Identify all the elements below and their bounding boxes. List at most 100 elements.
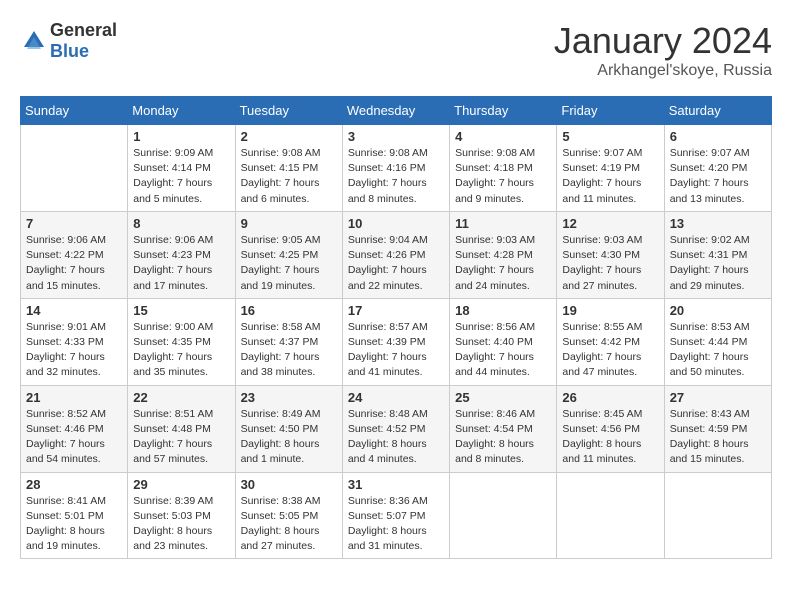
day-info: Sunrise: 8:56 AM Sunset: 4:40 PM Dayligh… [455, 320, 551, 381]
calendar-cell: 24 Sunrise: 8:48 AM Sunset: 4:52 PM Dayli… [342, 385, 449, 472]
calendar-cell: 20 Sunrise: 8:53 AM Sunset: 4:44 PM Dayli… [664, 298, 771, 385]
calendar-cell: 27 Sunrise: 8:43 AM Sunset: 4:59 PM Dayli… [664, 385, 771, 472]
day-number: 9 [241, 216, 337, 231]
day-number: 26 [562, 390, 658, 405]
day-number: 2 [241, 129, 337, 144]
calendar-cell: 26 Sunrise: 8:45 AM Sunset: 4:56 PM Dayli… [557, 385, 664, 472]
day-info: Sunrise: 9:07 AM Sunset: 4:19 PM Dayligh… [562, 146, 658, 207]
logo: General Blue [20, 20, 117, 62]
weekday-header: Wednesday [342, 97, 449, 125]
day-number: 30 [241, 477, 337, 492]
calendar-cell: 12 Sunrise: 9:03 AM Sunset: 4:30 PM Dayli… [557, 211, 664, 298]
calendar-cell: 25 Sunrise: 8:46 AM Sunset: 4:54 PM Dayli… [450, 385, 557, 472]
day-info: Sunrise: 8:38 AM Sunset: 5:05 PM Dayligh… [241, 494, 337, 555]
calendar-week-row: 7Sunrise: 9:06 AM Sunset: 4:22 PM Daylig… [21, 211, 772, 298]
calendar-cell: 17Sunrise: 8:57 AM Sunset: 4:39 PM Dayli… [342, 298, 449, 385]
day-number: 23 [241, 390, 337, 405]
calendar-cell: 22 Sunrise: 8:51 AM Sunset: 4:48 PM Dayli… [128, 385, 235, 472]
day-number: 10 [348, 216, 444, 231]
day-info: Sunrise: 9:03 AM Sunset: 4:30 PM Dayligh… [562, 233, 658, 294]
day-number: 3 [348, 129, 444, 144]
calendar-cell: 13 Sunrise: 9:02 AM Sunset: 4:31 PM Dayli… [664, 211, 771, 298]
calendar-cell: 7Sunrise: 9:06 AM Sunset: 4:22 PM Daylig… [21, 211, 128, 298]
day-info: Sunrise: 8:46 AM Sunset: 4:54 PM Dayligh… [455, 407, 551, 468]
calendar-cell [664, 472, 771, 559]
logo-text: General Blue [50, 20, 117, 62]
calendar-cell: 1Sunrise: 9:09 AM Sunset: 4:14 PM Daylig… [128, 125, 235, 212]
calendar-week-row: 21Sunrise: 8:52 AM Sunset: 4:46 PM Dayli… [21, 385, 772, 472]
day-number: 18 [455, 303, 551, 318]
day-info: Sunrise: 8:53 AM Sunset: 4:44 PM Dayligh… [670, 320, 766, 381]
calendar-cell: 14 Sunrise: 9:01 AM Sunset: 4:33 PM Dayli… [21, 298, 128, 385]
weekday-header-row: SundayMondayTuesdayWednesdayThursdayFrid… [21, 97, 772, 125]
calendar-cell: 19Sunrise: 8:55 AM Sunset: 4:42 PM Dayli… [557, 298, 664, 385]
weekday-header: Thursday [450, 97, 557, 125]
day-info: Sunrise: 9:06 AM Sunset: 4:23 PM Dayligh… [133, 233, 229, 294]
day-info: Sunrise: 9:06 AM Sunset: 4:22 PM Dayligh… [26, 233, 122, 294]
day-number: 19 [562, 303, 658, 318]
day-info: Sunrise: 9:08 AM Sunset: 4:18 PM Dayligh… [455, 146, 551, 207]
calendar-cell: 8 Sunrise: 9:06 AM Sunset: 4:23 PM Daylig… [128, 211, 235, 298]
title-block: January 2024 Arkhangel'skoye, Russia [554, 20, 772, 80]
day-number: 4 [455, 129, 551, 144]
calendar-cell: 9 Sunrise: 9:05 AM Sunset: 4:25 PM Daylig… [235, 211, 342, 298]
calendar-cell: 10Sunrise: 9:04 AM Sunset: 4:26 PM Dayli… [342, 211, 449, 298]
calendar-cell: 28Sunrise: 8:41 AM Sunset: 5:01 PM Dayli… [21, 472, 128, 559]
day-number: 16 [241, 303, 337, 318]
calendar-cell: 5 Sunrise: 9:07 AM Sunset: 4:19 PM Daylig… [557, 125, 664, 212]
calendar-week-row: 1Sunrise: 9:09 AM Sunset: 4:14 PM Daylig… [21, 125, 772, 212]
calendar-cell: 15Sunrise: 9:00 AM Sunset: 4:35 PM Dayli… [128, 298, 235, 385]
calendar-cell: 30 Sunrise: 8:38 AM Sunset: 5:05 PM Dayli… [235, 472, 342, 559]
day-number: 22 [133, 390, 229, 405]
day-number: 11 [455, 216, 551, 231]
day-info: Sunrise: 8:39 AM Sunset: 5:03 PM Dayligh… [133, 494, 229, 555]
day-info: Sunrise: 9:08 AM Sunset: 4:15 PM Dayligh… [241, 146, 337, 207]
day-number: 28 [26, 477, 122, 492]
day-info: Sunrise: 8:48 AM Sunset: 4:52 PM Dayligh… [348, 407, 444, 468]
calendar-cell: 18 Sunrise: 8:56 AM Sunset: 4:40 PM Dayli… [450, 298, 557, 385]
day-info: Sunrise: 8:58 AM Sunset: 4:37 PM Dayligh… [241, 320, 337, 381]
day-info: Sunrise: 9:05 AM Sunset: 4:25 PM Dayligh… [241, 233, 337, 294]
weekday-header: Saturday [664, 97, 771, 125]
calendar-cell: 3 Sunrise: 9:08 AM Sunset: 4:16 PM Daylig… [342, 125, 449, 212]
month-title: January 2024 [554, 20, 772, 62]
day-info: Sunrise: 8:52 AM Sunset: 4:46 PM Dayligh… [26, 407, 122, 468]
location-title: Arkhangel'skoye, Russia [554, 62, 772, 80]
day-info: Sunrise: 8:43 AM Sunset: 4:59 PM Dayligh… [670, 407, 766, 468]
logo-blue: Blue [50, 41, 89, 61]
calendar-cell: 21Sunrise: 8:52 AM Sunset: 4:46 PM Dayli… [21, 385, 128, 472]
day-info: Sunrise: 9:02 AM Sunset: 4:31 PM Dayligh… [670, 233, 766, 294]
weekday-header: Friday [557, 97, 664, 125]
day-number: 20 [670, 303, 766, 318]
day-number: 13 [670, 216, 766, 231]
day-number: 27 [670, 390, 766, 405]
day-number: 17 [348, 303, 444, 318]
calendar-cell: 4 Sunrise: 9:08 AM Sunset: 4:18 PM Daylig… [450, 125, 557, 212]
calendar-table: SundayMondayTuesdayWednesdayThursdayFrid… [20, 96, 772, 559]
calendar-cell [21, 125, 128, 212]
weekday-header: Tuesday [235, 97, 342, 125]
calendar-week-row: 14 Sunrise: 9:01 AM Sunset: 4:33 PM Dayli… [21, 298, 772, 385]
day-number: 14 [26, 303, 122, 318]
day-number: 8 [133, 216, 229, 231]
day-info: Sunrise: 9:08 AM Sunset: 4:16 PM Dayligh… [348, 146, 444, 207]
day-info: Sunrise: 9:07 AM Sunset: 4:20 PM Dayligh… [670, 146, 766, 207]
day-number: 29 [133, 477, 229, 492]
day-number: 5 [562, 129, 658, 144]
day-info: Sunrise: 8:45 AM Sunset: 4:56 PM Dayligh… [562, 407, 658, 468]
calendar-cell: 2 Sunrise: 9:08 AM Sunset: 4:15 PM Daylig… [235, 125, 342, 212]
day-number: 12 [562, 216, 658, 231]
page-header: General Blue January 2024 Arkhangel'skoy… [20, 20, 772, 80]
day-info: Sunrise: 8:51 AM Sunset: 4:48 PM Dayligh… [133, 407, 229, 468]
day-info: Sunrise: 9:01 AM Sunset: 4:33 PM Dayligh… [26, 320, 122, 381]
day-info: Sunrise: 9:03 AM Sunset: 4:28 PM Dayligh… [455, 233, 551, 294]
day-number: 1 [133, 129, 229, 144]
day-number: 31 [348, 477, 444, 492]
calendar-cell: 31Sunrise: 8:36 AM Sunset: 5:07 PM Dayli… [342, 472, 449, 559]
logo-icon [20, 27, 48, 55]
day-number: 24 [348, 390, 444, 405]
weekday-header: Sunday [21, 97, 128, 125]
weekday-header: Monday [128, 97, 235, 125]
day-number: 25 [455, 390, 551, 405]
calendar-cell: 16 Sunrise: 8:58 AM Sunset: 4:37 PM Dayli… [235, 298, 342, 385]
